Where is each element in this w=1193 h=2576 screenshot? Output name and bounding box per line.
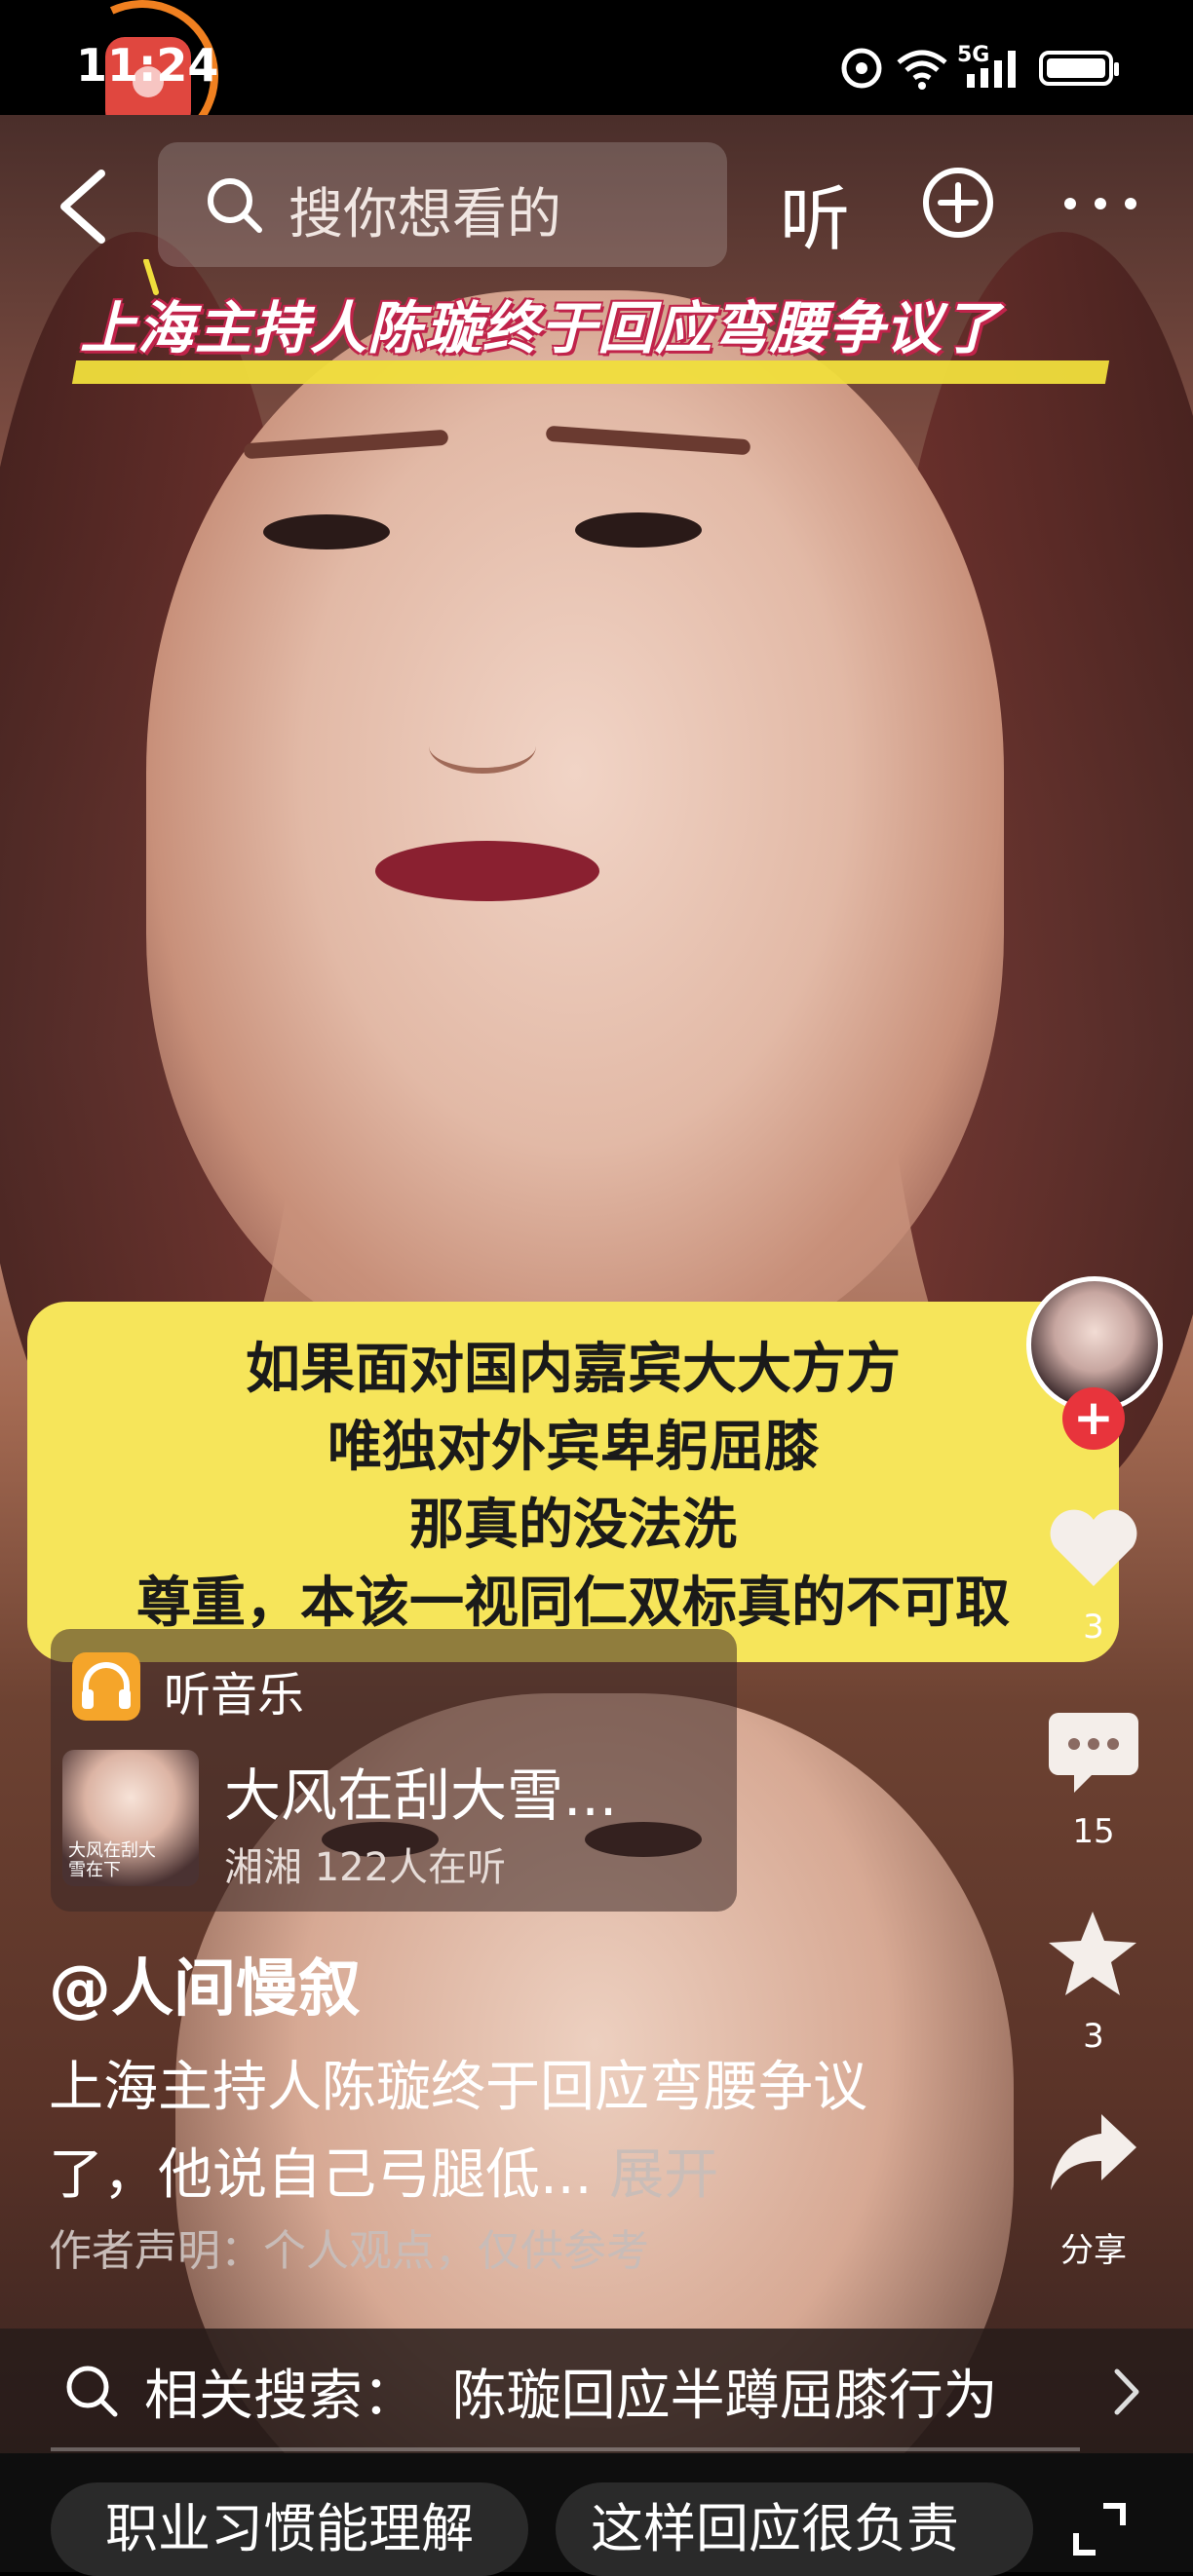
author-name[interactable]: @人间慢叙 xyxy=(49,1939,361,2028)
description-text: 上海主持人陈璇终于回应弯腰争议了，他说自己弓腿低... xyxy=(49,2056,867,2207)
search-icon xyxy=(208,178,262,233)
chevron-right-icon[interactable] xyxy=(1109,2366,1142,2418)
fullscreen-icon[interactable] xyxy=(1070,2500,1129,2558)
status-time: 11:24 xyxy=(76,39,219,92)
favorite-icon[interactable] xyxy=(1045,1908,1140,1999)
share-label[interactable]: 分享 xyxy=(1035,2223,1152,2271)
favorite-count: 3 xyxy=(1083,2017,1104,2056)
hotspot-icon xyxy=(841,48,882,89)
signal-icon xyxy=(967,51,1016,88)
more-icon[interactable] xyxy=(1058,170,1142,238)
video-caption: 如果面对国内嘉宾大大方方 唯独对外宾卑躬屈膝 那真的没法洗 尊重，本该一视同仁双… xyxy=(27,1302,1119,1662)
author-disclaimer: 作者声明：个人观点，仅供参考 xyxy=(49,2226,649,2276)
song-title[interactable]: 大风在刮大雪... xyxy=(224,1750,617,1832)
album-cover-text: 大风在刮大 雪在下 xyxy=(68,1840,156,1880)
caption-line: 唯独对外宾卑躬屈膝 xyxy=(327,1416,819,1479)
listen-button[interactable]: 听 xyxy=(780,162,850,264)
follow-button[interactable]: + xyxy=(1062,1387,1125,1450)
share-icon[interactable] xyxy=(1047,2110,1140,2194)
expand-link[interactable]: 展开 xyxy=(609,2143,718,2207)
post-description: 上海主持人陈璇终于回应弯腰争议了，他说自己弓腿低... 展开 xyxy=(49,2044,926,2219)
search-placeholder: 搜你想看的 xyxy=(289,183,561,246)
video-progress-bar[interactable] xyxy=(51,2447,1080,2451)
wifi-icon xyxy=(897,50,947,90)
like-icon[interactable] xyxy=(1047,1506,1140,1590)
headphones-icon xyxy=(72,1652,140,1721)
comment-chip[interactable]: 职业习惯能理解 xyxy=(51,2482,528,2576)
comment-icon[interactable] xyxy=(1045,1709,1142,1799)
music-label: 听音乐 xyxy=(164,1668,305,1723)
back-button[interactable] xyxy=(51,166,115,247)
add-icon[interactable] xyxy=(921,166,995,240)
comment-chip[interactable]: 这样回应很负责 xyxy=(556,2482,1033,2576)
like-count: 3 xyxy=(1083,1608,1104,1647)
related-search-text[interactable]: 相关搜索： 陈璇回应半蹲屈膝行为 xyxy=(144,2352,998,2431)
video-headline: 上海主持人陈璇终于回应弯腰争议了 xyxy=(80,295,1001,361)
caption-line: 尊重，本该一视同仁双标真的不可取 xyxy=(136,1572,1010,1635)
caption-line: 那真的没法洗 xyxy=(409,1494,737,1557)
caption-line: 如果面对国内嘉宾大大方方 xyxy=(246,1338,901,1401)
comment-count: 15 xyxy=(1072,1812,1115,1851)
search-icon xyxy=(66,2366,118,2417)
battery-icon xyxy=(1039,51,1119,86)
song-listeners: 湘湘 122人在听 xyxy=(224,1845,507,1890)
